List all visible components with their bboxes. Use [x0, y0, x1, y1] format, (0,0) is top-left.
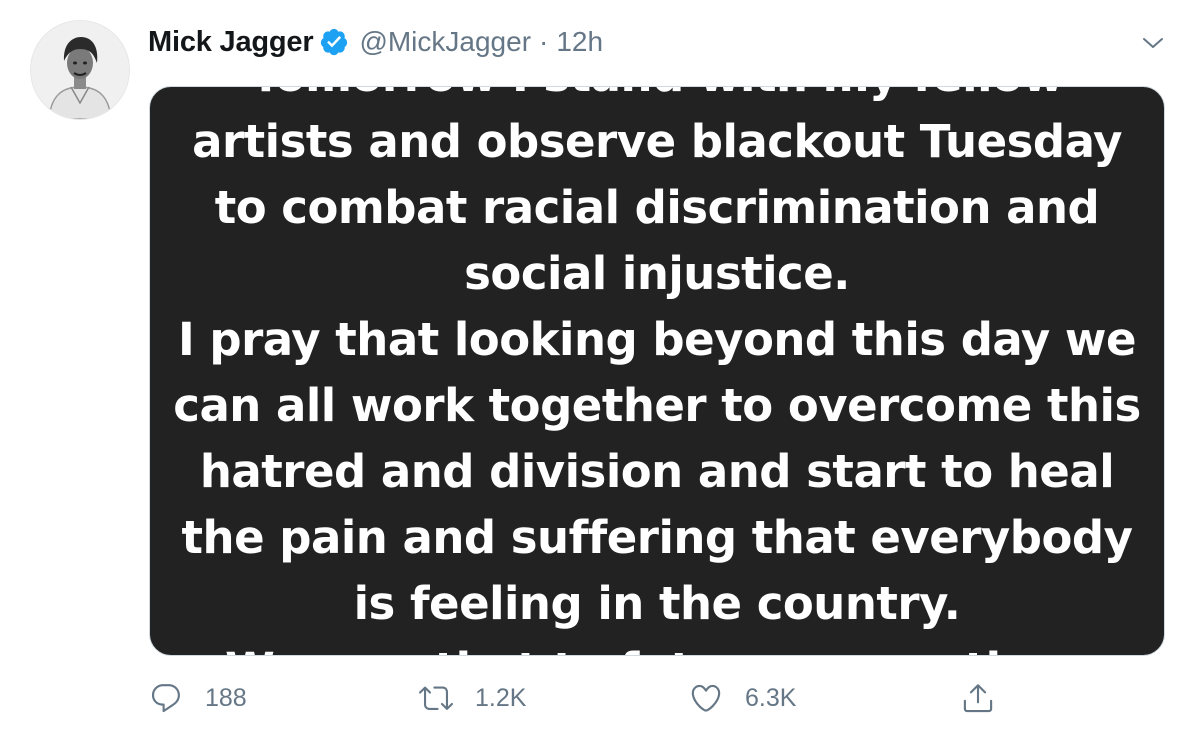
media-text-line: We owe that to future generations — [150, 637, 1164, 655]
like-count: 6.3K — [745, 683, 797, 712]
media-text-line: Tomorrow I stand with my fellow — [150, 87, 1164, 109]
reply-icon — [151, 684, 180, 713]
media-text: Tomorrow I stand with my fellow artists … — [150, 87, 1164, 655]
retweet-icon — [419, 686, 453, 710]
avatar-photo — [31, 21, 129, 119]
heart-icon — [691, 684, 721, 712]
like-button[interactable]: 6.3K — [689, 676, 796, 720]
retweet-count: 1.2K — [475, 683, 527, 712]
display-name[interactable]: Mick Jagger — [148, 26, 314, 59]
tweet: Mick Jagger @MickJagger · 12h Tomorrow I… — [0, 0, 1196, 737]
media-text-line: hatred and division and start to heal — [199, 445, 1115, 498]
media-text-line: to combat racial discrimination and — [214, 181, 1100, 234]
media-text-line: I pray that looking beyond this day we — [177, 313, 1137, 366]
verified-badge-icon — [319, 27, 349, 57]
retweet-button[interactable]: 1.2K — [419, 676, 526, 720]
separator-dot: · — [539, 26, 549, 57]
tweet-header: Mick Jagger @MickJagger · 12h — [148, 22, 603, 62]
media-text-line: the pain and suffering that everybody — [181, 511, 1133, 564]
reply-button[interactable]: 188 — [149, 676, 247, 720]
share-icon — [963, 684, 993, 713]
more-options-button[interactable] — [1136, 28, 1170, 58]
user-handle[interactable]: @MickJagger — [359, 26, 531, 58]
media-text-line: social injustice. — [464, 247, 850, 300]
reply-count: 188 — [205, 683, 247, 712]
timestamp[interactable]: 12h — [556, 26, 603, 58]
tweet-actions: 188 1.2K 6.3K — [149, 676, 1009, 720]
media-text-line: is feeling in the country. — [353, 577, 961, 630]
media-text-line: artists and observe blackout Tuesday — [192, 115, 1122, 168]
avatar[interactable] — [30, 20, 130, 120]
media-text-line: can all work together to overcome this — [173, 379, 1141, 432]
tweet-media-image[interactable]: Tomorrow I stand with my fellow artists … — [149, 86, 1165, 656]
chevron-down-icon — [1143, 38, 1163, 48]
share-button[interactable] — [961, 676, 995, 720]
